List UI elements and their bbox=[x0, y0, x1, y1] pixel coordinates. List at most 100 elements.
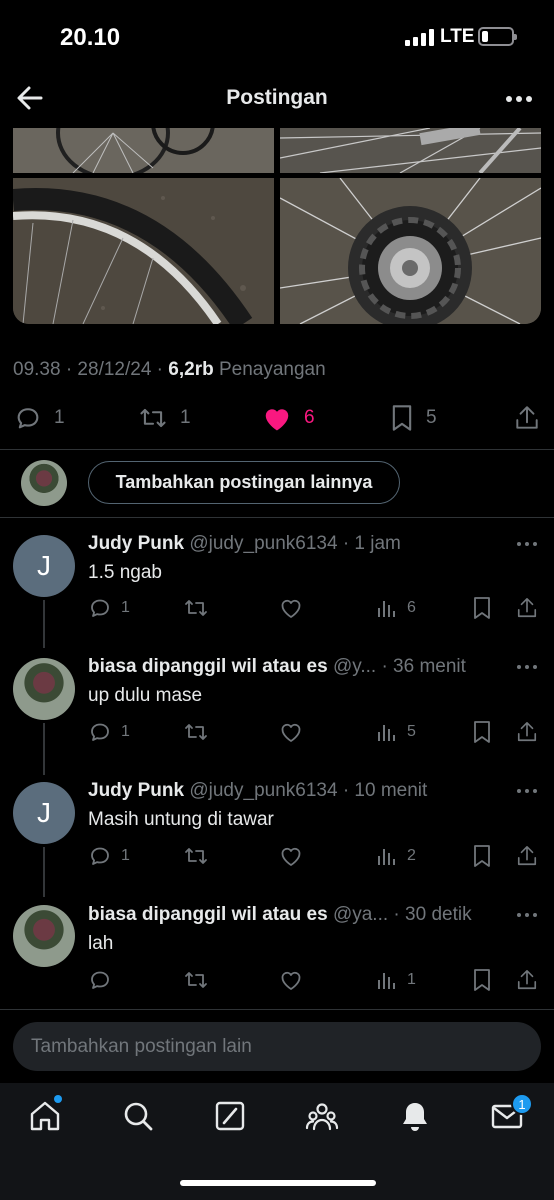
thread-line bbox=[43, 723, 45, 775]
more-options-icon[interactable] bbox=[504, 84, 534, 114]
views-label: Penayangan bbox=[213, 359, 326, 380]
status-time: 20.10 bbox=[60, 24, 121, 51]
reply-header: Judy Punk @judy_punk6134 · 10 menit bbox=[88, 780, 427, 802]
bookmark-button[interactable] bbox=[472, 844, 492, 868]
views-icon bbox=[376, 596, 398, 620]
reply-count: 1 bbox=[121, 599, 130, 616]
home-icon[interactable] bbox=[28, 1099, 62, 1133]
reply-icon bbox=[17, 408, 39, 429]
views-count: 6 bbox=[407, 599, 416, 616]
share-button[interactable] bbox=[516, 968, 538, 992]
share-icon bbox=[516, 596, 538, 620]
like-button[interactable] bbox=[279, 968, 312, 992]
reply-author-name[interactable]: biasa dipanggil wil atau es bbox=[88, 656, 328, 677]
battery-icon bbox=[478, 27, 517, 46]
reply-handle[interactable]: @ya... · 30 detik bbox=[333, 904, 472, 925]
repost-button[interactable] bbox=[183, 596, 218, 620]
like-button[interactable] bbox=[279, 844, 312, 868]
post-image-2[interactable] bbox=[280, 128, 541, 173]
page-title: Postingan bbox=[226, 86, 328, 109]
reply-more-icon[interactable] bbox=[514, 534, 540, 554]
reply-text: up dulu mase bbox=[88, 685, 203, 706]
reply-header: biasa dipanggil wil atau es @y... · 36 m… bbox=[88, 656, 466, 678]
reply-more-icon[interactable] bbox=[514, 781, 540, 801]
communities-icon[interactable] bbox=[305, 1099, 339, 1133]
post-image-4[interactable] bbox=[280, 178, 541, 324]
reply-icon bbox=[88, 596, 112, 620]
post-image-1[interactable] bbox=[13, 128, 274, 173]
share-button[interactable] bbox=[516, 596, 538, 620]
like-button[interactable] bbox=[279, 596, 312, 620]
avatar[interactable]: J bbox=[13, 782, 75, 844]
reply-button[interactable]: 1 bbox=[88, 720, 130, 744]
bookmark-button[interactable] bbox=[472, 596, 492, 620]
repost-button[interactable] bbox=[183, 968, 218, 992]
views-button[interactable]: 2 bbox=[376, 844, 416, 868]
reply-handle[interactable]: @judy_punk6134 · 10 menit bbox=[189, 780, 427, 801]
reply-button[interactable]: 1 bbox=[88, 844, 130, 868]
avatar[interactable] bbox=[13, 658, 75, 720]
post-actions: 1 1 6 5 bbox=[0, 400, 554, 440]
reply-author-name[interactable]: biasa dipanggil wil atau es bbox=[88, 904, 328, 925]
reply-author-name[interactable]: Judy Punk bbox=[88, 533, 184, 554]
status-bar: 20.10 LTE bbox=[0, 0, 554, 72]
repost-button[interactable] bbox=[183, 720, 218, 744]
bookmark-icon bbox=[392, 405, 412, 431]
reply-button[interactable]: 1 bbox=[88, 596, 130, 620]
reply-button[interactable]: 1 bbox=[14, 404, 65, 432]
views-button[interactable]: 6 bbox=[376, 596, 416, 620]
like-button[interactable]: 6 bbox=[262, 404, 315, 432]
reply-handle[interactable]: @y... · 36 menit bbox=[333, 656, 466, 677]
repost-button[interactable] bbox=[183, 844, 218, 868]
post-timestamp: 09.38 · 28/12/24 · bbox=[13, 359, 169, 380]
compose-input[interactable]: Tambahkan postingan lain bbox=[13, 1022, 541, 1071]
post-image-3[interactable] bbox=[13, 178, 274, 324]
views-count: 6,2rb bbox=[168, 359, 214, 380]
reply-text: Masih untung di tawar bbox=[88, 809, 274, 830]
bookmark-button[interactable] bbox=[472, 720, 492, 744]
bookmark-icon bbox=[472, 720, 492, 744]
signal-icon bbox=[405, 28, 435, 46]
like-icon bbox=[279, 968, 303, 992]
home-notification-dot bbox=[54, 1095, 62, 1103]
reply-icon bbox=[88, 968, 112, 992]
reply-text: lah bbox=[88, 933, 114, 954]
reply-author-name[interactable]: Judy Punk bbox=[88, 780, 184, 801]
reply-more-icon[interactable] bbox=[514, 905, 540, 925]
notifications-icon[interactable] bbox=[398, 1099, 432, 1133]
thread-line bbox=[43, 847, 45, 897]
add-post-button[interactable]: Tambahkan postingan lainnya bbox=[88, 461, 400, 504]
repost-icon bbox=[183, 844, 209, 868]
views-count: 5 bbox=[407, 723, 416, 740]
like-button[interactable] bbox=[279, 720, 312, 744]
bookmark-button[interactable] bbox=[472, 968, 492, 992]
repost-icon bbox=[140, 408, 166, 428]
share-button[interactable] bbox=[516, 720, 538, 744]
reply-more-icon[interactable] bbox=[514, 657, 540, 677]
views-button[interactable]: 5 bbox=[376, 720, 416, 744]
reply-button[interactable] bbox=[88, 968, 121, 992]
like-icon bbox=[279, 596, 303, 620]
repost-button[interactable]: 1 bbox=[138, 404, 191, 432]
grok-icon[interactable] bbox=[213, 1099, 247, 1133]
share-button[interactable] bbox=[516, 844, 538, 868]
bookmark-icon bbox=[472, 596, 492, 620]
heart-filled-icon bbox=[265, 409, 289, 431]
reply-handle[interactable]: @judy_punk6134 · 1 jam bbox=[189, 533, 401, 554]
search-icon[interactable] bbox=[121, 1099, 155, 1133]
reply-count: 1 bbox=[121, 723, 130, 740]
like-icon bbox=[279, 844, 303, 868]
avatar[interactable] bbox=[13, 905, 75, 967]
reply-header: biasa dipanggil wil atau es @ya... · 30 … bbox=[88, 904, 472, 926]
my-avatar[interactable] bbox=[21, 460, 67, 506]
bookmark-button[interactable]: 5 bbox=[390, 404, 437, 432]
share-icon bbox=[516, 968, 538, 992]
thread-line bbox=[43, 600, 45, 648]
top-header: Postingan bbox=[0, 72, 554, 128]
divider bbox=[0, 517, 554, 518]
views-button[interactable]: 1 bbox=[376, 968, 416, 992]
avatar[interactable]: J bbox=[13, 535, 75, 597]
reply-icon bbox=[88, 720, 112, 744]
share-button[interactable] bbox=[514, 404, 540, 432]
share-icon bbox=[516, 844, 538, 868]
